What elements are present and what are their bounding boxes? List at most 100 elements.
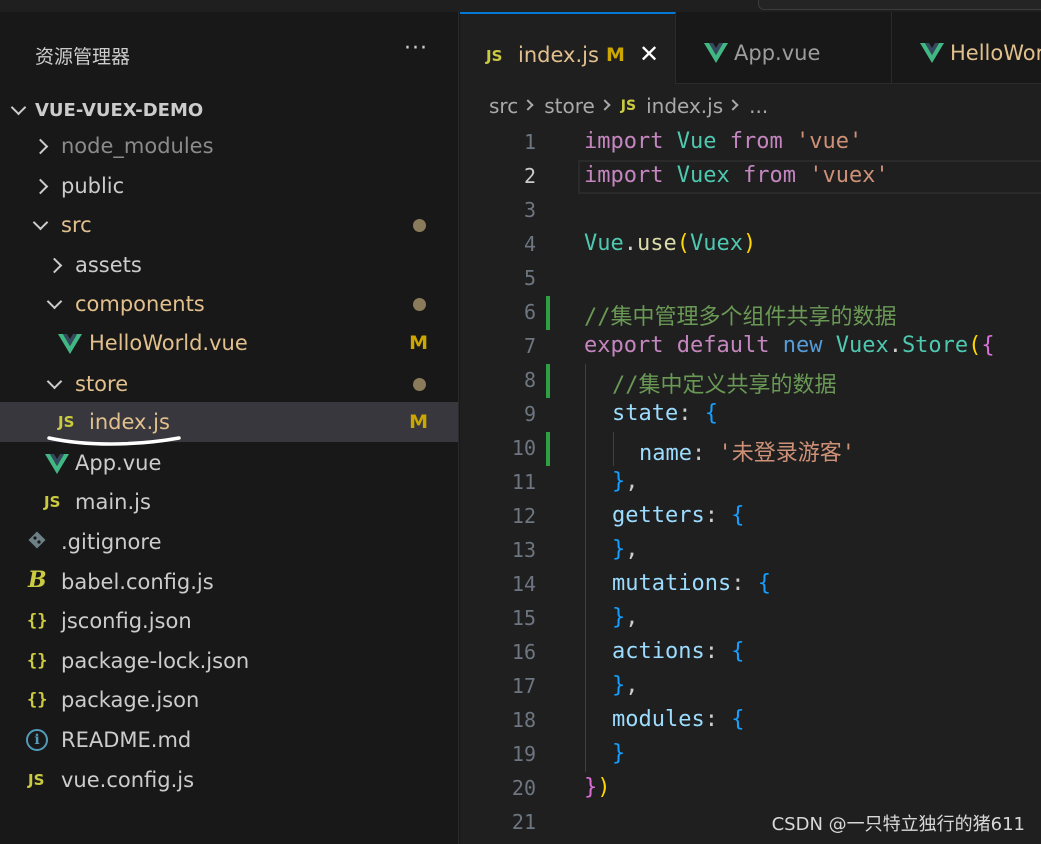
modified-badge: M xyxy=(409,411,428,433)
chevron-down-icon xyxy=(46,373,62,395)
json-file-icon: {} xyxy=(27,651,48,671)
tree-item-label: package.json xyxy=(61,688,200,712)
breadcrumb-item[interactable]: ... xyxy=(749,94,768,118)
indent-guide xyxy=(585,534,586,568)
line-number: 9 xyxy=(523,402,536,426)
tree-item-assets[interactable]: assets xyxy=(0,245,458,285)
code-line: 13 }, xyxy=(460,534,1041,568)
js-file-icon: JS xyxy=(28,771,45,789)
line-number: 7 xyxy=(523,334,536,358)
tree-item-label: public xyxy=(61,174,125,198)
tab-index-js[interactable]: JS index.js M ✕ xyxy=(460,12,676,84)
chevron-down-icon xyxy=(32,214,48,236)
git-added-gutter xyxy=(546,296,550,330)
code-line: 5 xyxy=(460,262,1041,296)
code-line: 20 }) xyxy=(460,772,1041,806)
tree-item-label: assets xyxy=(75,253,142,277)
modified-dot-icon xyxy=(413,378,426,391)
tree-item-gitignore[interactable]: .gitignore xyxy=(0,522,458,562)
vue-file-icon xyxy=(920,43,944,67)
code-text: getters: { xyxy=(612,503,745,528)
breadcrumb-item[interactable]: store xyxy=(544,94,595,118)
json-file-icon: {} xyxy=(27,690,48,710)
tree-item-main-js[interactable]: JS main.js xyxy=(0,482,458,522)
tab-helloworld[interactable]: HelloWor xyxy=(892,12,1041,84)
indent-guide xyxy=(585,636,586,670)
breadcrumb-item[interactable]: index.js xyxy=(646,94,723,118)
tree-item-label: App.vue xyxy=(75,451,162,475)
editor-pane: JS index.js M ✕ App.vue HelloWor src stor… xyxy=(460,12,1041,844)
tree-item-helloworld-vue[interactable]: HelloWorld.vue M xyxy=(0,323,458,363)
chevron-right-icon xyxy=(522,98,534,111)
more-actions-icon[interactable]: ··· xyxy=(404,36,428,61)
indent-guide xyxy=(585,364,586,398)
modified-badge: M xyxy=(409,332,428,354)
code-text: name: '未登录游客' xyxy=(639,441,855,466)
info-icon: i xyxy=(26,729,48,751)
line-number: 15 xyxy=(511,606,536,630)
tab-app-vue[interactable]: App.vue xyxy=(676,12,892,84)
indent-guide xyxy=(613,432,614,466)
modified-badge: M xyxy=(606,44,625,66)
line-number: 16 xyxy=(511,640,536,664)
tree-item-vue-config[interactable]: JS vue.config.js xyxy=(0,760,458,800)
tree-item-store[interactable]: store xyxy=(0,364,458,404)
code-line: 7 export default new Vuex.Store({ xyxy=(460,330,1041,364)
line-number: 20 xyxy=(511,776,536,800)
tree-item-label: .gitignore xyxy=(61,530,162,554)
tab-label: HelloWor xyxy=(950,41,1041,65)
code-line: 17 }, xyxy=(460,670,1041,704)
line-number: 2 xyxy=(523,164,536,188)
tree-item-node-modules[interactable]: node_modules xyxy=(0,126,458,166)
code-text: }) xyxy=(584,775,611,800)
tree-root[interactable]: VUE-VUEX-DEMO xyxy=(0,90,458,130)
close-icon[interactable]: ✕ xyxy=(639,40,659,68)
indent-guide xyxy=(585,466,586,500)
title-bar-strip xyxy=(0,0,1041,12)
code-comment: //集中管理多个组件共享的数据 xyxy=(584,305,897,330)
tree-item-label: README.md xyxy=(61,728,192,752)
code-editor[interactable]: 1 import Vue from 'vue' 2 import Vuex fr… xyxy=(460,126,1041,844)
line-number: 6 xyxy=(523,300,536,324)
tree-item-package-lock[interactable]: {} package-lock.json xyxy=(0,641,458,681)
command-center[interactable] xyxy=(758,0,1041,10)
git-added-gutter xyxy=(546,364,550,398)
tree-item-label: store xyxy=(75,372,129,396)
line-number: 18 xyxy=(511,708,536,732)
vue-file-icon xyxy=(45,454,69,478)
tree-item-label: node_modules xyxy=(61,134,214,158)
code-line: 9 state: { xyxy=(460,398,1041,432)
code-line: 4 Vue.use(Vuex) xyxy=(460,228,1041,262)
tree-item-label: index.js xyxy=(89,410,170,434)
code-text: actions: { xyxy=(612,639,745,664)
code-text: import Vue from 'vue' xyxy=(584,129,863,154)
tab-label: App.vue xyxy=(734,41,821,65)
line-number: 1 xyxy=(523,130,536,154)
tree-item-src[interactable]: src xyxy=(0,205,458,245)
chevron-right-icon xyxy=(599,98,611,111)
chevron-down-icon xyxy=(46,293,62,315)
breadcrumb-item[interactable]: src xyxy=(489,94,518,118)
tree-item-readme[interactable]: i README.md xyxy=(0,720,458,760)
tree-item-jsconfig[interactable]: {} jsconfig.json xyxy=(0,601,458,641)
chevron-right-icon xyxy=(34,135,50,157)
indent-guide xyxy=(585,500,586,534)
line-number: 12 xyxy=(511,504,536,528)
line-number: 19 xyxy=(511,742,536,766)
tree-item-label: package-lock.json xyxy=(61,649,250,673)
tree-item-components[interactable]: components xyxy=(0,284,458,324)
tree-item-babel-config[interactable]: B babel.config.js xyxy=(0,562,458,602)
tree-item-package-json[interactable]: {} package.json xyxy=(0,680,458,720)
code-line: 15 }, xyxy=(460,602,1041,636)
code-line: 3 xyxy=(460,194,1041,228)
chevron-right-icon xyxy=(48,254,64,276)
code-text: }, xyxy=(612,673,639,698)
indent-guide xyxy=(585,704,586,738)
js-file-icon: JS xyxy=(620,97,637,114)
line-number: 21 xyxy=(511,810,536,834)
indent-guide xyxy=(585,568,586,602)
line-number: 8 xyxy=(523,368,536,392)
tree-item-public[interactable]: public xyxy=(0,166,458,206)
code-text: export default new Vuex.Store({ xyxy=(584,333,995,358)
code-line: 6 //集中管理多个组件共享的数据 xyxy=(460,296,1041,330)
